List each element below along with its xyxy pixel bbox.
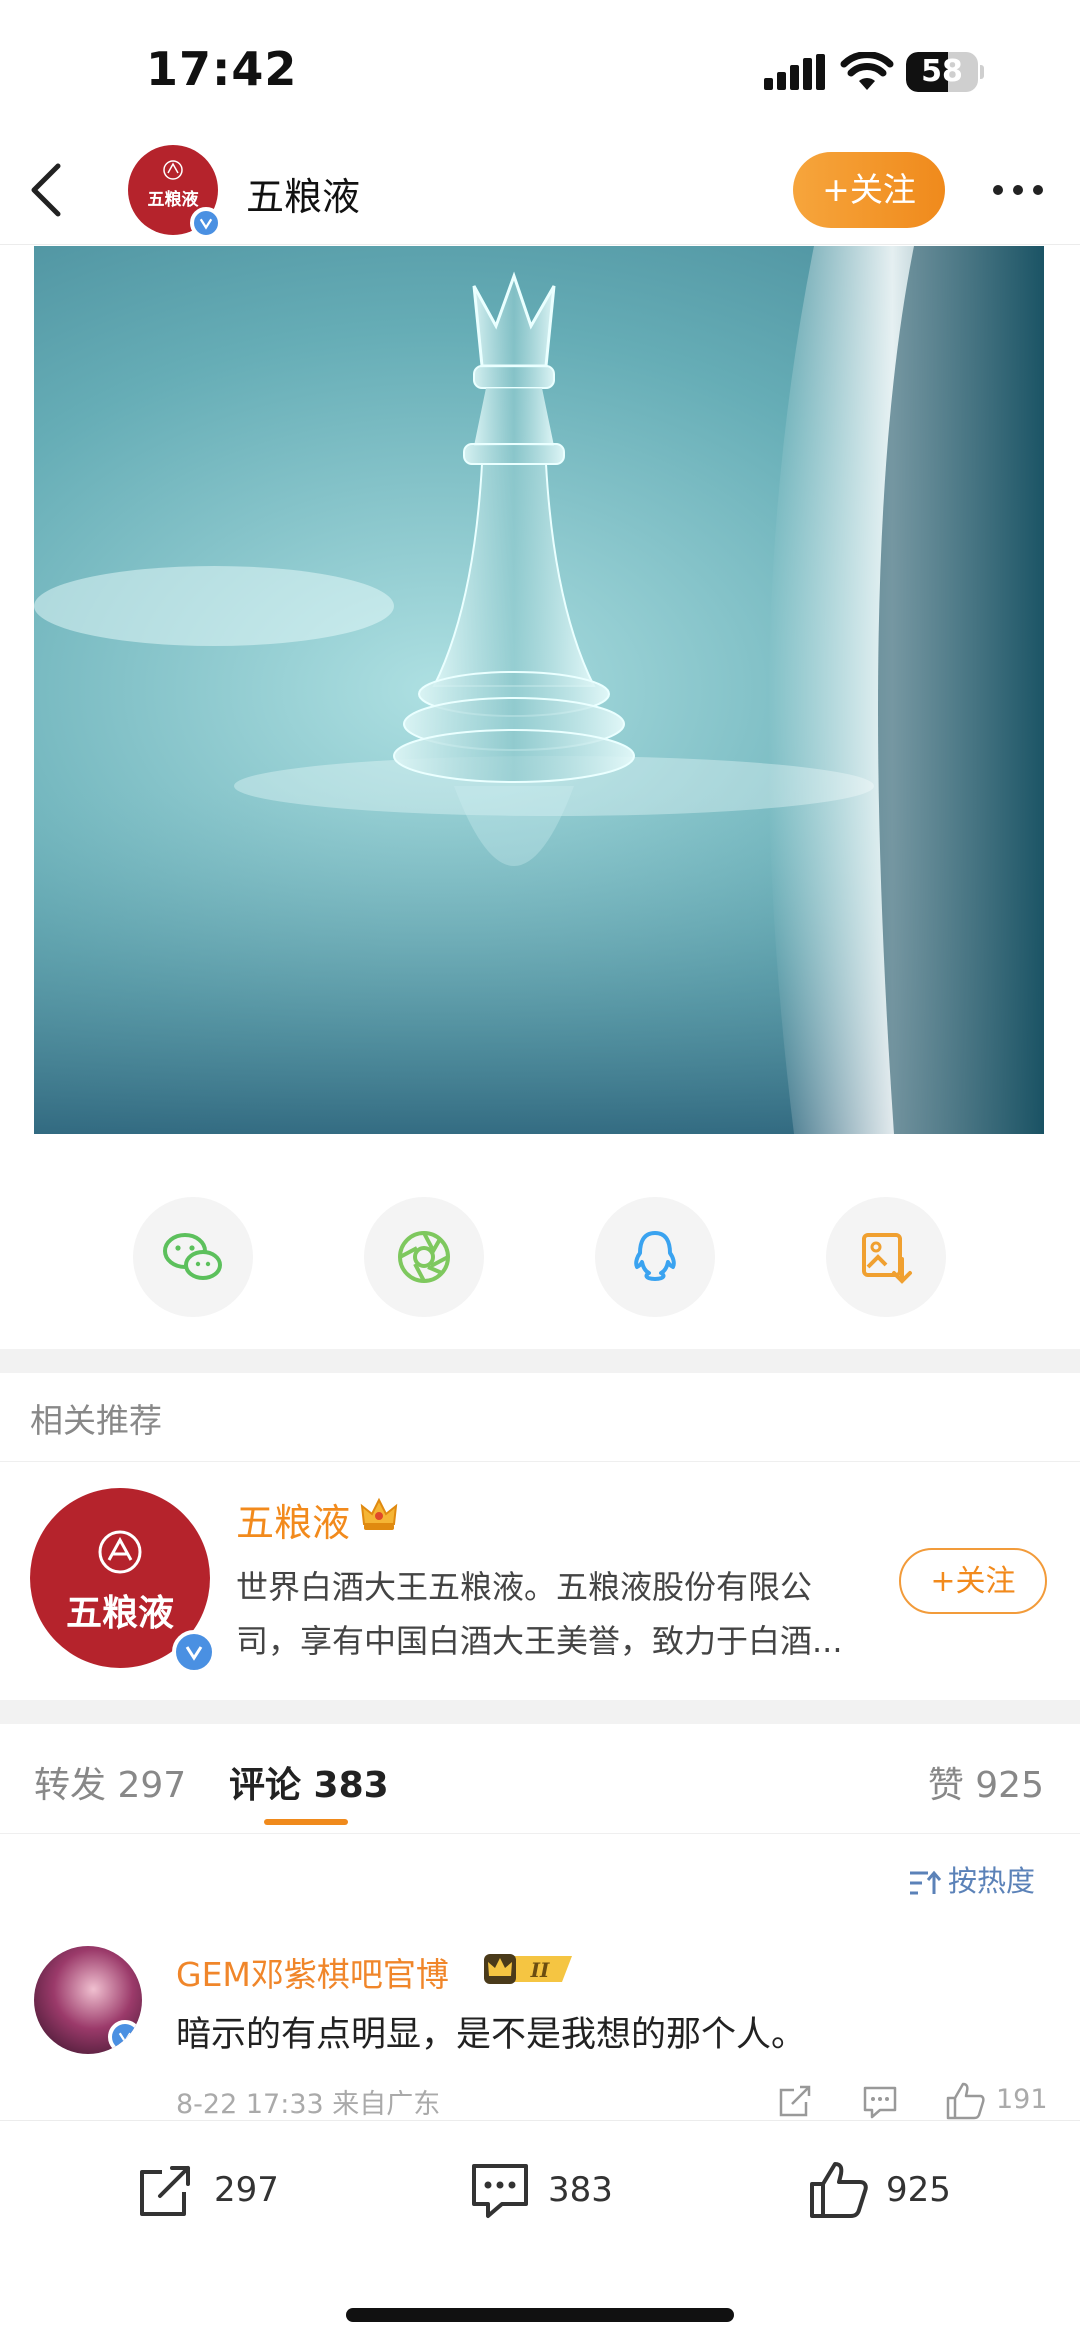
tab-reposts[interactable]: 转发 297 — [34, 1756, 186, 1808]
comment-count: 383 — [548, 2170, 613, 2210]
chess-queen-image — [34, 246, 1044, 1134]
wifi-icon — [840, 52, 894, 90]
recommended-description-line-1: 世界白酒大王五粮液。五粮液股份有限公 — [236, 1568, 813, 1606]
sort-by-popularity-button[interactable]: 按热度 — [908, 1858, 1035, 1898]
comment-share-icon[interactable] — [776, 2082, 814, 2120]
commenter-username[interactable]: GEM邓紫棋吧官博 — [176, 1948, 449, 1996]
wuliangye-emblem-icon — [98, 1530, 142, 1574]
more-options-icon[interactable] — [988, 170, 1048, 210]
comment-button[interactable]: 383 — [468, 2156, 628, 2226]
battery-level: 58 — [921, 54, 963, 89]
tabs-divider — [0, 1833, 1080, 1834]
share-qq-button[interactable] — [595, 1197, 715, 1317]
wuliangye-emblem-icon — [163, 160, 183, 180]
tab-comments[interactable]: 评论 383 — [229, 1756, 389, 1808]
nav-divider — [0, 244, 1080, 245]
qq-icon — [634, 1231, 676, 1281]
battery-icon: 58 — [906, 52, 984, 92]
like-button[interactable]: 925 — [806, 2156, 966, 2226]
verified-badge-icon — [108, 2020, 142, 2054]
share-moments-button[interactable] — [364, 1197, 484, 1317]
commenter-avatar[interactable] — [34, 1946, 142, 2054]
avatar-logo-text: 五粮液 — [65, 1592, 174, 1634]
comment-text: 暗示的有点明显，是不是我想的那个人。 — [176, 2015, 807, 2055]
comment-reply-icon[interactable] — [860, 2082, 900, 2122]
related-section-title: 相关推荐 — [30, 1401, 162, 1440]
recommended-account-name[interactable]: 五粮液 — [236, 1492, 350, 1547]
sort-label: 按热度 — [948, 1864, 1036, 1898]
recommended-description-line-2: 司，享有中国白酒大王美誉，致力于白酒... — [236, 1622, 843, 1660]
repost-icon — [140, 2166, 190, 2216]
active-tab-indicator — [264, 1819, 348, 1825]
vip-level-badge-icon: II — [484, 1954, 572, 1984]
verified-badge-icon — [172, 1630, 216, 1674]
like-icon — [810, 2162, 868, 2218]
tab-likes[interactable]: 赞 925 — [928, 1756, 1044, 1808]
back-button[interactable] — [18, 150, 78, 230]
related-divider — [0, 1461, 1080, 1462]
comment-icon — [472, 2164, 528, 2218]
recommended-follow-button[interactable]: +关注 — [899, 1548, 1047, 1614]
like-count: 925 — [886, 2170, 951, 2210]
follow-button[interactable]: +关注 — [793, 152, 945, 228]
share-wechat-button[interactable] — [133, 1197, 253, 1317]
sort-icon — [910, 1870, 942, 1895]
section-divider — [0, 1700, 1080, 1724]
home-indicator[interactable] — [346, 2308, 734, 2322]
repost-count: 297 — [214, 2170, 279, 2210]
crown-badge-icon — [360, 1497, 398, 1530]
vip-level-text: II — [530, 1958, 550, 1982]
comment-like-icon[interactable] — [944, 2080, 986, 2122]
account-name[interactable]: 五粮液 — [246, 166, 360, 221]
post-image[interactable] — [34, 246, 1044, 1134]
cellular-signal-icon — [764, 54, 825, 90]
status-time: 17:42 — [146, 42, 298, 96]
save-image-button[interactable] — [826, 1197, 946, 1317]
save-image-icon — [862, 1233, 912, 1284]
comment-meta: 8-22 17:33 来自广东 — [176, 2089, 441, 2120]
recommended-account-avatar[interactable]: 五粮液 — [30, 1488, 216, 1674]
repost-button[interactable]: 297 — [134, 2156, 294, 2226]
wechat-icon — [163, 1233, 222, 1280]
moments-icon — [398, 1231, 450, 1283]
section-divider — [0, 1349, 1080, 1373]
comment-like-count: 191 — [996, 2084, 1048, 2115]
header-avatar[interactable]: 五粮液 — [128, 145, 222, 239]
verified-badge-icon — [190, 207, 222, 239]
